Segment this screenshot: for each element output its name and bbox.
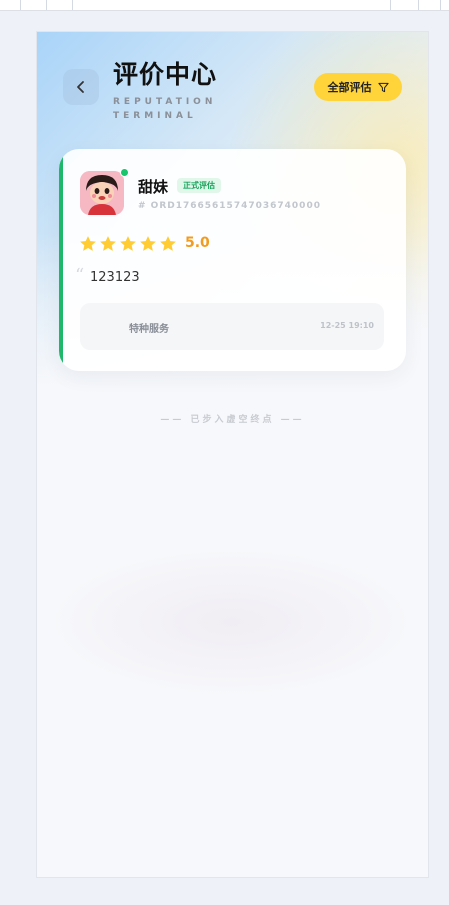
quote-icon: “: [75, 265, 85, 286]
strip-divider: [390, 0, 391, 10]
service-info: 特种服务 12-25 19:10: [80, 303, 384, 350]
page-title: 评价中心: [113, 60, 218, 89]
page-subtitle: REPUTATION TERMINAL: [113, 97, 217, 121]
avatar-image: [80, 171, 124, 215]
decorative-glow: [47, 547, 417, 697]
rating-score: 5.0: [185, 235, 210, 251]
star-icon: [120, 236, 136, 251]
strip-divider: [20, 0, 21, 10]
filter-icon: [377, 82, 389, 92]
strip-divider: [440, 0, 441, 10]
star-icon: [100, 236, 116, 251]
star-icon: [140, 236, 156, 251]
review-card[interactable]: 甜妹 正式评估 # ORD17665615747036740000 5.0 “ …: [59, 149, 406, 371]
strip-divider: [72, 0, 73, 10]
end-of-list-text: —— 已步入虚空终点 ——: [160, 415, 305, 425]
star-icon: [80, 236, 96, 251]
review-comment: 123123: [90, 270, 140, 285]
phone-screen: 评价中心 REPUTATION TERMINAL 全部评估 甜妹 正式评估 # …: [36, 31, 429, 878]
review-timestamp: 12-25 19:10: [320, 321, 374, 330]
online-status-dot: [120, 168, 129, 177]
back-button[interactable]: [63, 69, 99, 105]
star-icon: [160, 236, 176, 251]
avatar: [80, 171, 124, 215]
strip-divider: [418, 0, 419, 10]
strip-divider: [46, 0, 47, 10]
chevron-left-icon: [77, 81, 84, 93]
status-badge: 正式评估: [177, 178, 221, 193]
rating-stars: [79, 235, 177, 253]
card-accent-bar: [59, 149, 63, 371]
filter-button[interactable]: 全部评估: [314, 73, 402, 101]
browser-top-strip: [0, 0, 449, 11]
service-name: 特种服务: [129, 324, 169, 335]
filter-button-label: 全部评估: [327, 81, 372, 94]
order-number: # ORD17665615747036740000: [138, 201, 321, 211]
user-name: 甜妹: [138, 178, 169, 196]
